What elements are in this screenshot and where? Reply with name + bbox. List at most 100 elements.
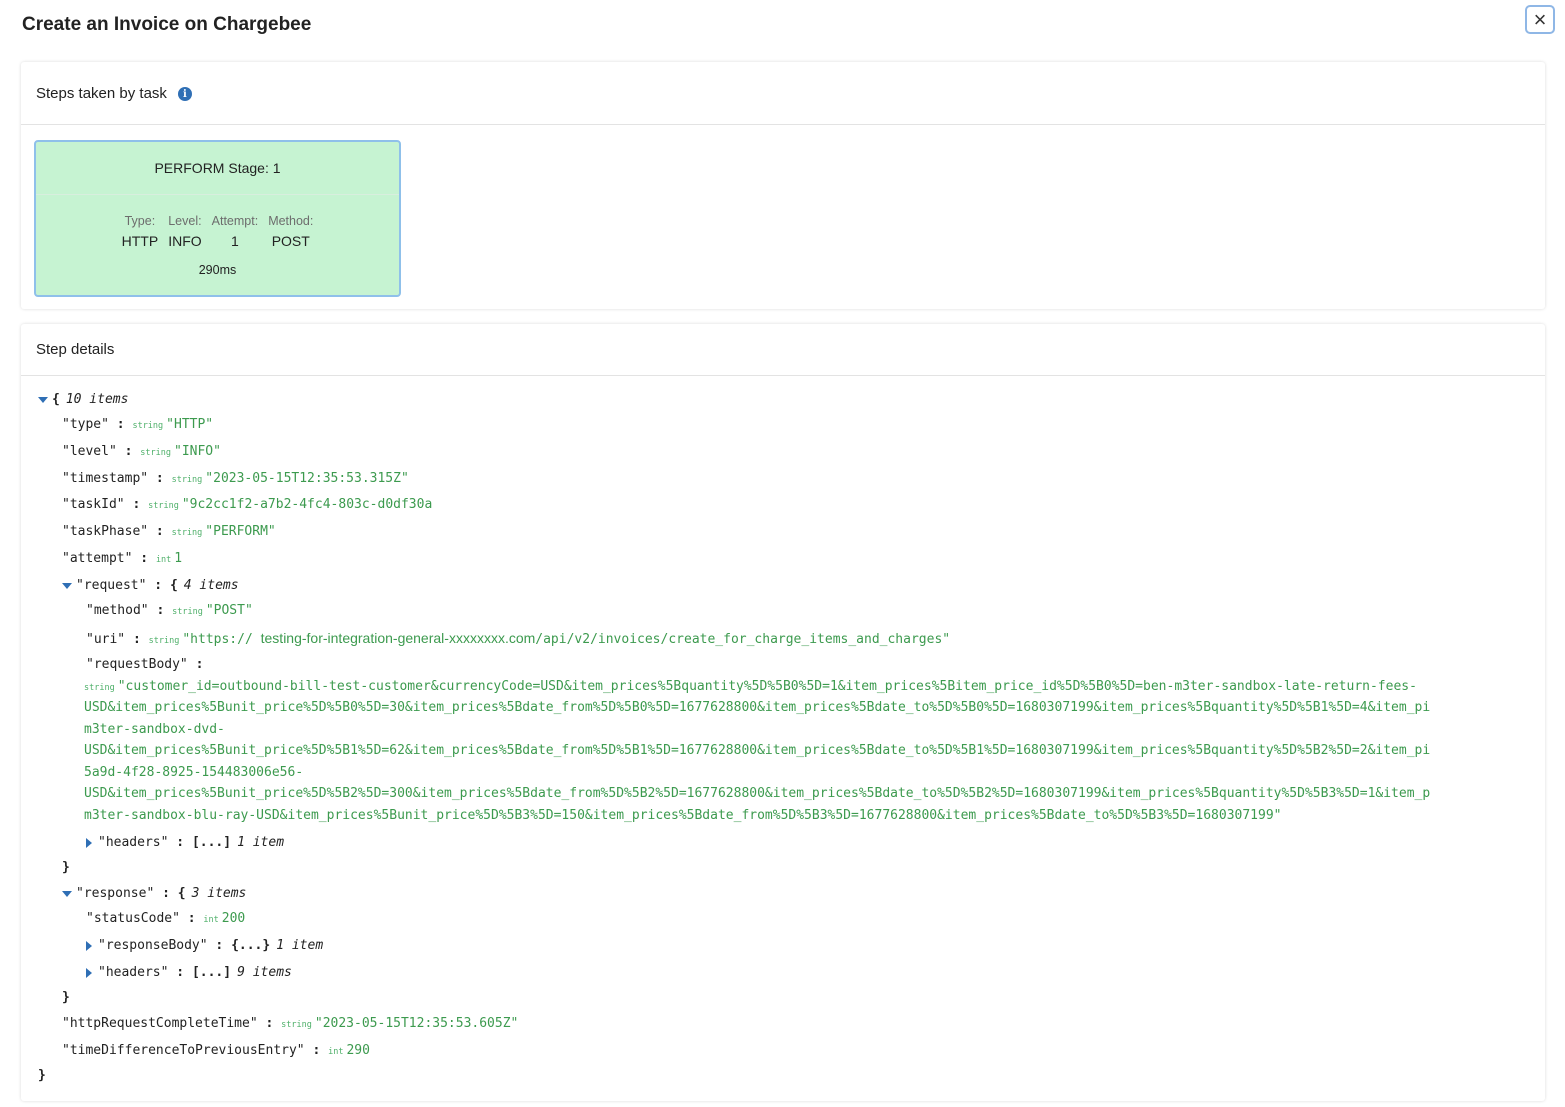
response-close-brace: } — [62, 990, 70, 1005]
stage-title: PERFORM Stage: 1 — [36, 142, 399, 195]
stage-method-label: Method: — [268, 214, 314, 228]
json-root: {10 items — [38, 391, 128, 409]
json-row-method: "method" : string "POST" — [86, 603, 253, 618]
value-method: "POST" — [205, 603, 253, 618]
json-row-response-headers[interactable]: "headers" : [...] 9 items — [86, 964, 292, 982]
key-responsebody: "responseBody" — [98, 938, 208, 953]
request-count: 4 items — [183, 578, 239, 593]
request-close-brace: } — [62, 860, 70, 875]
key-response: "response" — [76, 886, 155, 901]
key-taskid: "taskId" — [62, 497, 125, 512]
details-panel-header: Step details — [21, 324, 1545, 376]
value-attempt: 1 — [174, 551, 183, 566]
collapsed-array[interactable]: [...] — [192, 965, 231, 980]
key-response-headers: "headers" — [98, 965, 169, 980]
requestbody-line: string "customer_id=outbound-bill-test-cu… — [84, 678, 1417, 697]
steps-panel-header: Steps taken by task i — [21, 62, 1545, 125]
responsebody-count: 1 item — [276, 938, 324, 953]
type-badge: string — [281, 1020, 312, 1030]
requestbody-line: m3ter-sandbox-blu-ray-USD&item_prices%5B… — [84, 807, 1281, 825]
json-row-request-headers[interactable]: "headers" : [...] 1 item — [86, 834, 284, 852]
collapse-root-icon[interactable] — [38, 396, 48, 403]
requestbody-text: USD&item_prices%5Bunit_price%5D%5B1%5D=6… — [84, 743, 1431, 758]
json-row-response: "response" : {3 items — [62, 885, 246, 903]
response-count: 3 items — [191, 886, 247, 901]
response-headers-count: 9 items — [237, 965, 292, 980]
collapsed-object[interactable]: {...} — [231, 938, 270, 953]
type-badge: int — [328, 1047, 344, 1057]
expand-response-headers-icon[interactable] — [86, 967, 92, 978]
value-timestamp: "2023-05-15T12:35:53.315Z" — [205, 471, 409, 486]
stage-type-label: Type: — [124, 214, 156, 228]
key-taskphase: "taskPhase" — [62, 524, 149, 539]
key-attempt: "attempt" — [62, 551, 133, 566]
json-row-httpcomplete: "httpRequestCompleteTime" : string "2023-… — [62, 1016, 519, 1031]
stage-level-label: Level: — [168, 214, 202, 228]
stage-card[interactable]: PERFORM Stage: 1 Type: HTTP Level: INFO At… — [34, 140, 401, 297]
collapse-response-icon[interactable] — [62, 890, 72, 897]
json-row-timestamp: "timestamp" : string "2023-05-15T12:35:53… — [62, 471, 409, 486]
stage-attempt-value: 1 — [231, 233, 239, 249]
info-icon[interactable]: i — [177, 87, 192, 101]
value-httpcomplete: "2023-05-15T12:35:53.605Z" — [314, 1016, 519, 1031]
json-row-taskphase: "taskPhase" : string "PERFORM" — [62, 524, 276, 539]
json-row-attempt: "attempt" : int 1 — [62, 551, 183, 566]
collapse-request-icon[interactable] — [62, 582, 72, 589]
close-icon: × — [1533, 6, 1547, 32]
close-button[interactable]: × — [1525, 5, 1555, 34]
requestbody-line: 5a9d-4f28-8925-154483006e56- — [84, 764, 303, 782]
requestbody-line: USD&item_prices%5Bunit_price%5D%5B0%5D=3… — [84, 699, 1430, 717]
stage-duration: 290ms — [198, 263, 237, 277]
requestbody-line: USD&item_prices%5Bunit_price%5D%5B1%5D=6… — [84, 742, 1430, 760]
json-row-request: "request" : {4 items — [62, 577, 239, 595]
key-timediff: "timeDifferenceToPreviousEntry" — [62, 1043, 305, 1058]
type-badge: int — [203, 915, 219, 925]
json-row-requestbody: "requestBody" : — [86, 657, 204, 672]
steps-panel: Steps taken by task i PERFORM Stage: 1 T… — [21, 62, 1545, 309]
key-level: "level" — [62, 444, 117, 459]
type-badge: string — [171, 475, 203, 485]
expand-responsebody-icon[interactable] — [86, 940, 92, 951]
value-taskid: "9c2cc1f2-a7b2-4fc4-803c-d0df30a — [181, 497, 433, 512]
requestbody-text: m3ter-sandbox-blu-ray-USD&item_prices%5B… — [84, 808, 1282, 823]
type-badge: string — [171, 528, 203, 538]
value-type: "HTTP" — [166, 417, 214, 432]
type-badge: string — [132, 421, 164, 431]
key-method: "method" — [86, 603, 149, 618]
request-headers-count: 1 item — [237, 835, 285, 850]
key-timestamp: "timestamp" — [62, 471, 149, 486]
collapsed-array[interactable]: [...] — [192, 835, 231, 850]
modal-title: Create an Invoice on Chargebee — [22, 14, 312, 35]
value-statuscode: 200 — [221, 911, 246, 926]
json-row-level: "level" : string "INFO" — [62, 444, 221, 459]
steps-panel-title: Steps taken by task — [36, 84, 167, 102]
expand-request-headers-icon[interactable] — [86, 837, 92, 848]
key-request: "request" — [76, 578, 147, 593]
details-panel-title: Step details — [36, 341, 115, 358]
value-level: "INFO" — [174, 444, 221, 459]
type-badge: int — [155, 555, 172, 565]
key-statuscode: "statusCode" — [86, 911, 180, 926]
requestbody-text: 5a9d-4f28-8925-154483006e56- — [84, 765, 304, 780]
key-request-headers: "headers" — [98, 835, 169, 850]
root-close-brace: } — [38, 1068, 46, 1083]
type-badge: string — [172, 607, 203, 617]
value-uri-prefix: "https:// — [182, 632, 253, 647]
requestbody-line: m3ter-sandbox-dvd- — [84, 721, 225, 739]
requestbody-text: m3ter-sandbox-dvd- — [84, 722, 225, 737]
value-uri-path: /api/v2/invoices/create_for_charge_items… — [535, 632, 951, 647]
type-badge: string — [84, 683, 115, 693]
stage-type-value: HTTP — [121, 233, 159, 249]
stage-level-value: INFO — [168, 233, 202, 249]
value-timediff: 290 — [346, 1043, 370, 1058]
value-uri-host: testing-for-integration-general-xxxxxxxx… — [260, 630, 536, 646]
key-type: "type" — [62, 417, 109, 432]
root-count: 10 items — [65, 392, 129, 407]
value-taskphase: "PERFORM" — [205, 524, 276, 539]
requestbody-text: USD&item_prices%5Bunit_price%5D%5B0%5D=3… — [84, 700, 1431, 715]
requestbody-line: USD&item_prices%5Bunit_price%5D%5B2%5D=3… — [84, 785, 1430, 803]
type-badge: string — [140, 448, 171, 458]
type-badge: string — [148, 636, 180, 646]
json-row-responsebody[interactable]: "responseBody" : {...} 1 item — [86, 937, 323, 955]
json-row-type: "type" : string "HTTP" — [62, 417, 214, 432]
